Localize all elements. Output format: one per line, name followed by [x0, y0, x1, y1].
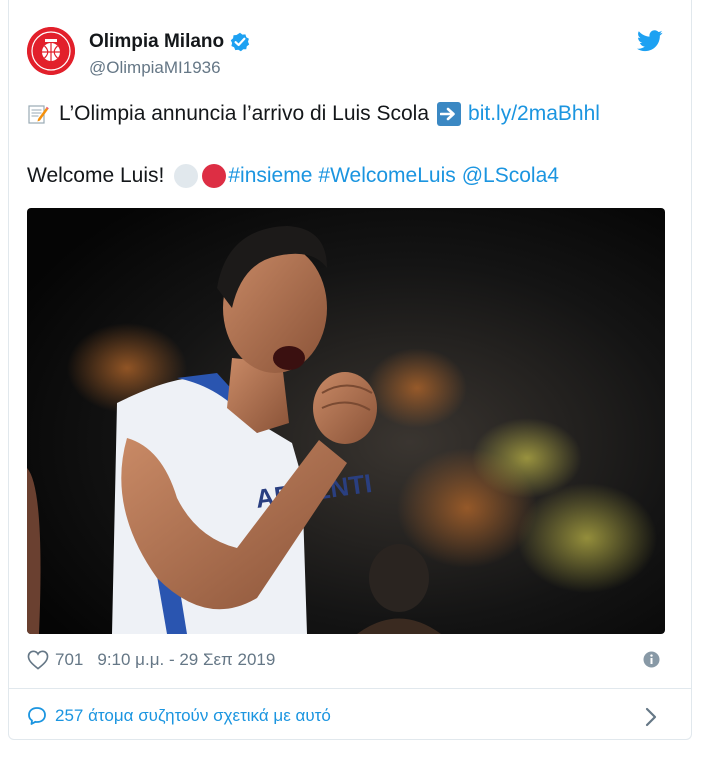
divider	[9, 688, 691, 689]
verified-badge-icon	[230, 32, 250, 52]
hashtag-welcomeluis[interactable]: #WelcomeLuis	[318, 164, 455, 188]
tweet-text-line2: Welcome Luis! #insieme #WelcomeLuis @LSc…	[27, 164, 559, 188]
tweet-meta: 701 9:10 μ.μ. - 29 Σεπ 2019	[27, 650, 275, 670]
white-circle-emoji-icon	[174, 164, 199, 188]
author-handle[interactable]: @OlimpiaMI1936	[89, 58, 221, 78]
author-name[interactable]: Olimpia Milano	[89, 31, 224, 53]
red-circle-emoji-icon	[202, 164, 227, 188]
tweet-photo[interactable]: ARGENTI	[27, 208, 665, 634]
heart-icon[interactable]	[27, 650, 49, 670]
chevron-right-icon[interactable]	[644, 706, 658, 728]
player-photo-image: ARGENTI	[27, 208, 665, 634]
author-name-row[interactable]: Olimpia Milano	[89, 31, 250, 53]
tweet-text-line1: L’Olimpia annuncia l’arrivo di Luis Scol…	[27, 102, 600, 126]
mention-lscola4[interactable]: @LScola4	[462, 164, 559, 188]
conversation-text[interactable]: 257 άτομα συζητούν σχετικά με αυτό	[55, 706, 331, 726]
avatar[interactable]	[27, 27, 75, 75]
right-arrow-emoji-icon	[437, 102, 462, 126]
conversation-link[interactable]: 257 άτομα συζητούν σχετικά με αυτό	[27, 706, 331, 726]
announcement-text: L’Olimpia annuncia l’arrivo di Luis Scol…	[59, 102, 430, 125]
olimpia-milano-logo	[27, 27, 75, 75]
twitter-bird-icon[interactable]	[637, 30, 663, 52]
article-link[interactable]: bit.ly/2maBhhl	[468, 102, 600, 126]
hashtag-insieme[interactable]: #insieme	[228, 164, 312, 188]
welcome-text: Welcome Luis!	[27, 164, 165, 187]
tweet-timestamp[interactable]: 9:10 μ.μ. - 29 Σεπ 2019	[97, 650, 275, 670]
speech-bubble-icon	[27, 706, 47, 726]
info-icon[interactable]	[643, 651, 660, 668]
memo-emoji-icon	[27, 103, 49, 125]
like-count[interactable]: 701	[55, 650, 83, 670]
